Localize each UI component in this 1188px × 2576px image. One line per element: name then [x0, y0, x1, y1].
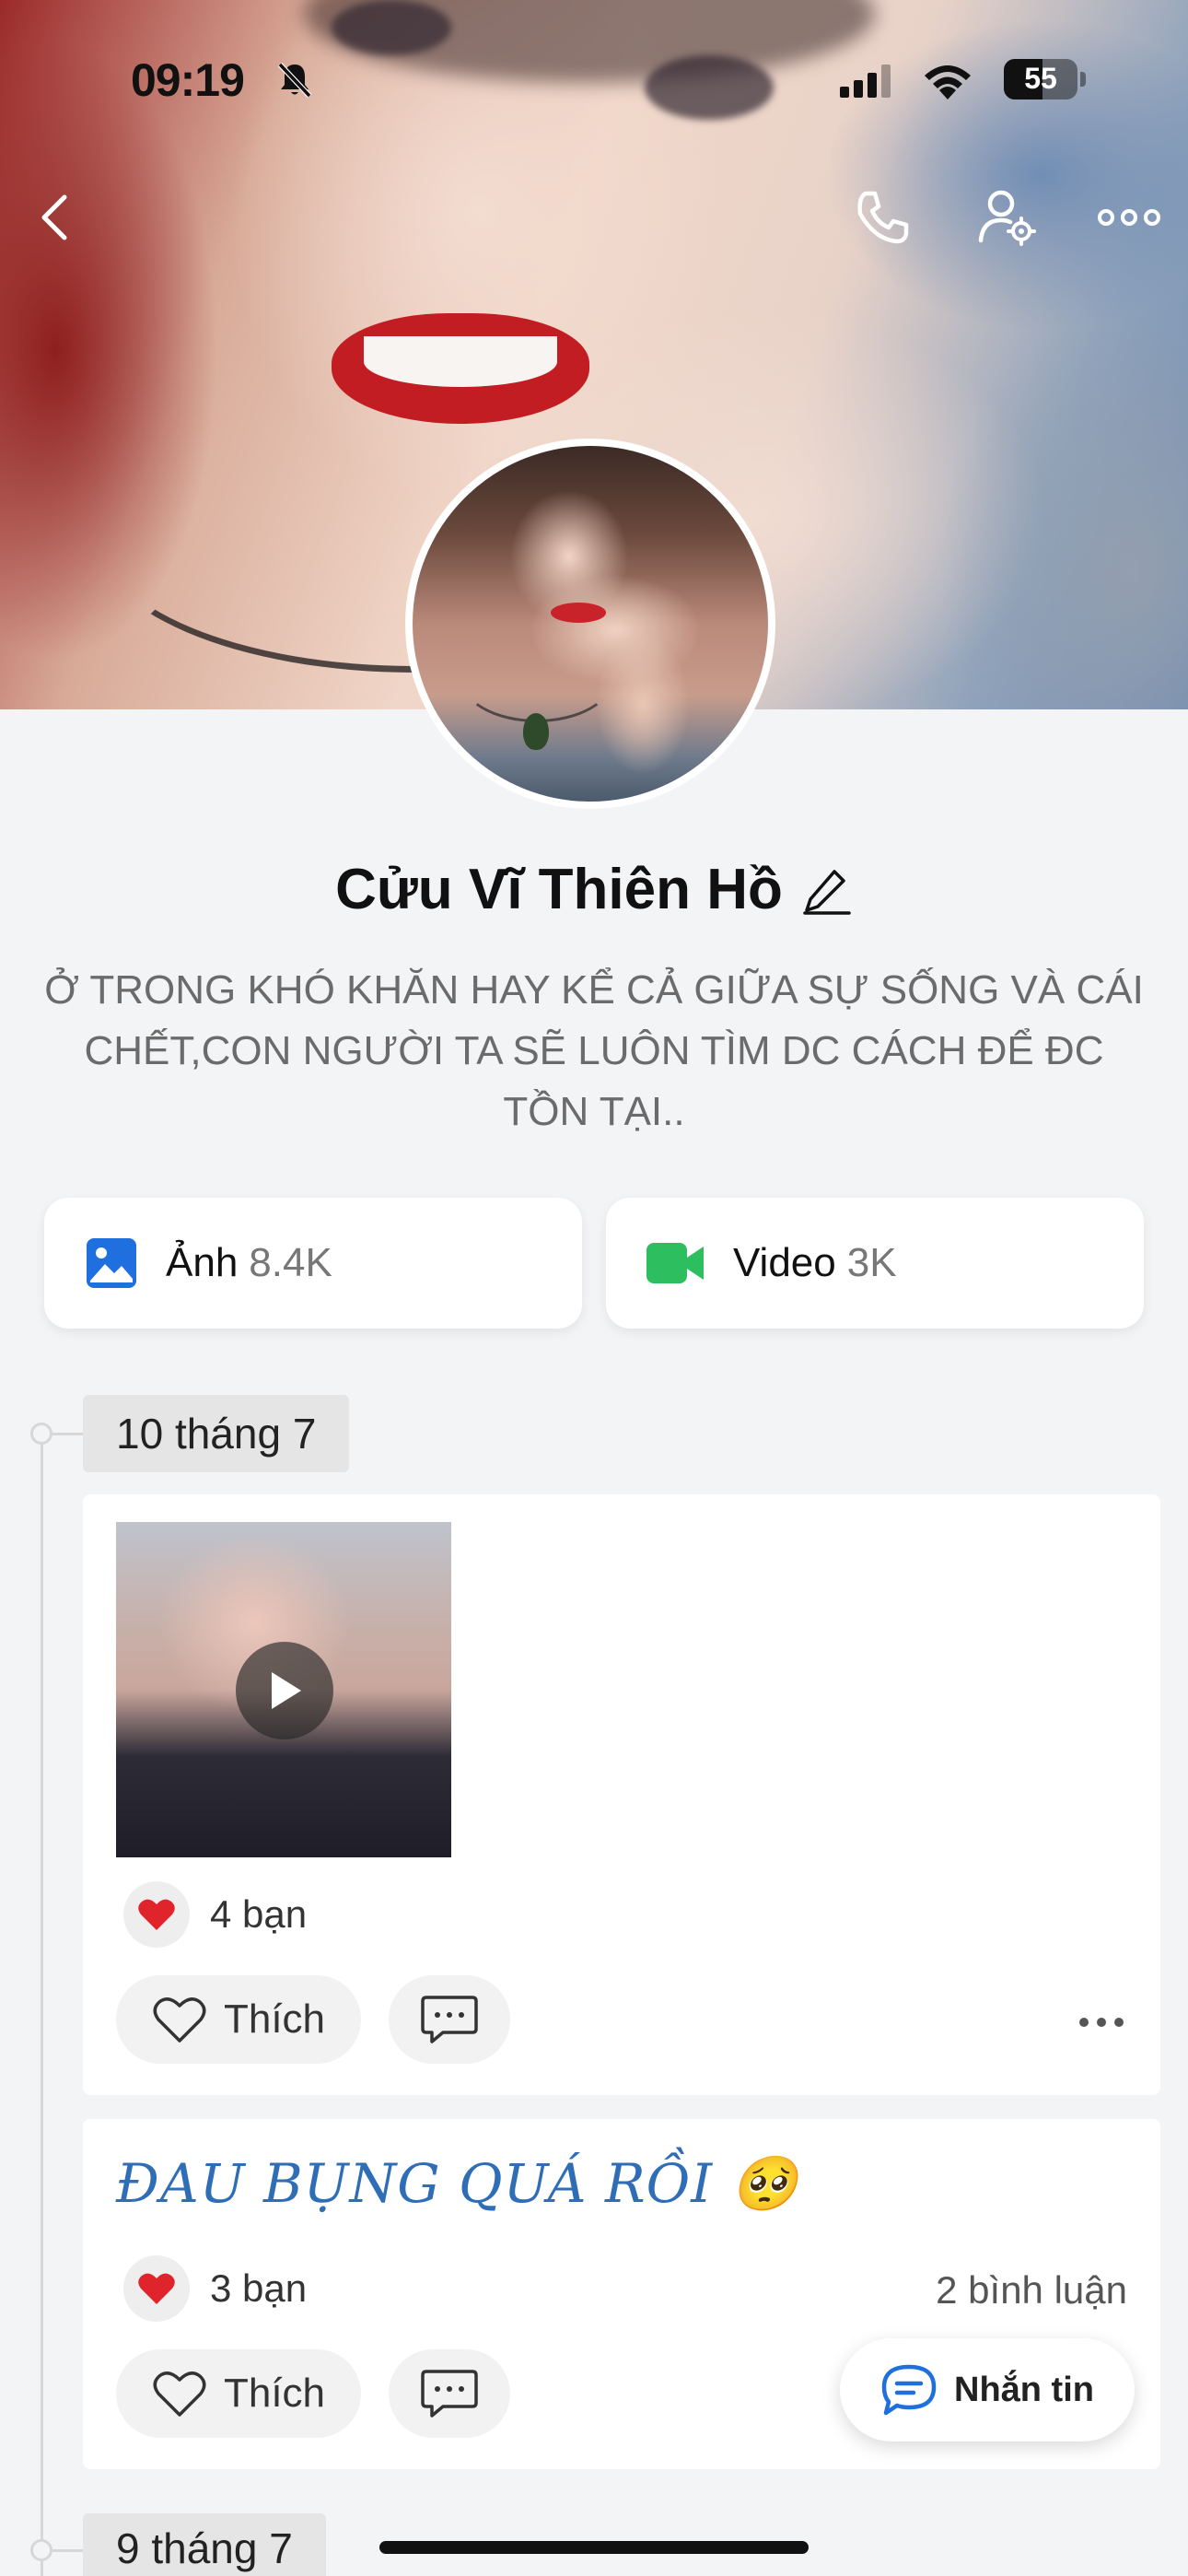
- post-text: ĐAU BỤNG QUÁ RỒI 🥺: [116, 2152, 798, 2215]
- video-thumbnail[interactable]: [116, 1522, 451, 1857]
- user-settings-icon: [978, 190, 1036, 246]
- signal-icon: [840, 64, 891, 98]
- profile-name: Cửu Vĩ Thiên Hồ: [335, 858, 783, 921]
- photos-count: 8.4K: [249, 1240, 332, 1285]
- comment-button[interactable]: [389, 1975, 510, 2064]
- heart-reaction: [123, 2255, 190, 2322]
- back-icon: [41, 194, 67, 240]
- more-options-button[interactable]: [1092, 181, 1166, 254]
- date-header: 9 tháng 7: [83, 2513, 326, 2576]
- heart-reaction: [123, 1881, 190, 1948]
- home-indicator[interactable]: [379, 2541, 809, 2554]
- timeline-line: [41, 1434, 43, 2576]
- wifi-icon: [925, 65, 971, 100]
- battery-indicator: 55: [1004, 59, 1077, 100]
- videos-label: Video: [733, 1240, 836, 1285]
- heart-icon: [138, 2273, 175, 2304]
- post-more-button[interactable]: [1079, 2018, 1124, 2027]
- more-icon: [1098, 209, 1160, 226]
- bell-off-icon: [277, 62, 312, 99]
- phone-icon: [857, 191, 909, 244]
- comment-button[interactable]: [389, 2349, 510, 2438]
- photos-button[interactable]: Ảnh 8.4K: [44, 1198, 582, 1329]
- heart-outline-icon: [153, 1997, 206, 2043]
- comment-icon: [421, 1996, 478, 2043]
- status-bar: 09:19 55: [0, 0, 1188, 157]
- like-button[interactable]: Thích: [116, 2349, 361, 2438]
- status-time: 09:19: [131, 54, 245, 106]
- image-icon: [87, 1238, 136, 1288]
- call-button[interactable]: [845, 181, 919, 254]
- reaction-count: 3 bạn: [210, 2266, 308, 2310]
- timeline-connector: [52, 2549, 84, 2552]
- reaction-count: 4 bạn: [210, 1892, 308, 1936]
- video-camera-icon: [646, 1243, 704, 1283]
- timeline-dot: [30, 1423, 52, 1445]
- comment-icon: [421, 2370, 478, 2418]
- profile-name-row: Cửu Vĩ Thiên Hồ: [0, 857, 1188, 922]
- profile-bio: Ở TRONG KHÓ KHĂN HAY KỂ CẢ GIỮA SỰ SỐNG …: [44, 967, 1144, 1134]
- photos-label: Ảnh: [166, 1240, 239, 1285]
- date-header: 10 tháng 7: [83, 1395, 350, 1472]
- avatar[interactable]: [405, 439, 775, 809]
- timeline-dot: [30, 2539, 52, 2561]
- heart-icon: [138, 1899, 175, 1930]
- reaction-summary[interactable]: 3 bạn: [123, 2255, 307, 2322]
- like-label: Thích: [223, 1996, 326, 2042]
- videos-button[interactable]: Video 3K: [606, 1198, 1144, 1329]
- chat-icon: [881, 2364, 937, 2416]
- play-icon: [272, 1672, 301, 1709]
- videos-count: 3K: [846, 1240, 897, 1285]
- play-button[interactable]: [236, 1642, 333, 1739]
- back-button[interactable]: [18, 181, 92, 254]
- timeline-connector: [52, 1433, 84, 1435]
- edit-icon[interactable]: [801, 864, 853, 916]
- send-message-label: Nhắn tin: [954, 2370, 1094, 2409]
- like-label: Thích: [223, 2371, 326, 2416]
- send-message-button[interactable]: Nhắn tin: [840, 2338, 1135, 2441]
- profile-settings-button[interactable]: [971, 181, 1044, 254]
- post-card: 4 bạn Thích: [83, 1494, 1160, 2095]
- comment-count[interactable]: 2 bình luận: [936, 2268, 1127, 2313]
- heart-outline-icon: [153, 2371, 206, 2417]
- reaction-summary[interactable]: 4 bạn: [123, 1881, 307, 1948]
- like-button[interactable]: Thích: [116, 1975, 361, 2064]
